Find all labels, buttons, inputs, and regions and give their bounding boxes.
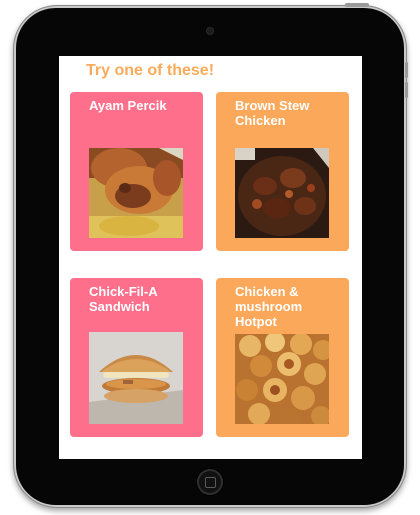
top-power-button: [345, 3, 369, 7]
recipe-card-title: Brown Stew Chicken: [235, 98, 310, 128]
volume-down-button: [405, 82, 408, 98]
chicken-mushroom-hotpot-photo-icon: [235, 334, 329, 424]
home-button[interactable]: [197, 469, 223, 495]
chick-fil-a-sandwich-photo-icon: [89, 332, 183, 424]
recipe-card-chicken-mushroom-hotpot[interactable]: Chicken & mushroom Hotpot: [216, 278, 349, 437]
home-square-icon: [204, 476, 216, 488]
recipe-card-brown-stew-chicken[interactable]: Brown Stew Chicken: [216, 92, 349, 251]
brown-stew-chicken-photo-icon: [235, 148, 329, 238]
recipe-card-ayam-percik[interactable]: Ayam Percik: [70, 92, 203, 251]
recipe-card-title: Ayam Percik: [89, 98, 167, 113]
volume-up-button: [405, 62, 408, 78]
recipe-card-title: Chick-Fil-A Sandwich: [89, 284, 158, 314]
recipe-card-chick-fil-a-sandwich[interactable]: Chick-Fil-A Sandwich: [70, 278, 203, 437]
recipe-card-title: Chicken & mushroom Hotpot: [235, 284, 303, 329]
front-camera-icon: [207, 28, 213, 34]
ayam-percik-photo-icon: [89, 148, 183, 238]
app-screen: Try one of these! Ayam Percik Brown Stew…: [59, 56, 362, 459]
page-title: Try one of these!: [86, 62, 215, 79]
